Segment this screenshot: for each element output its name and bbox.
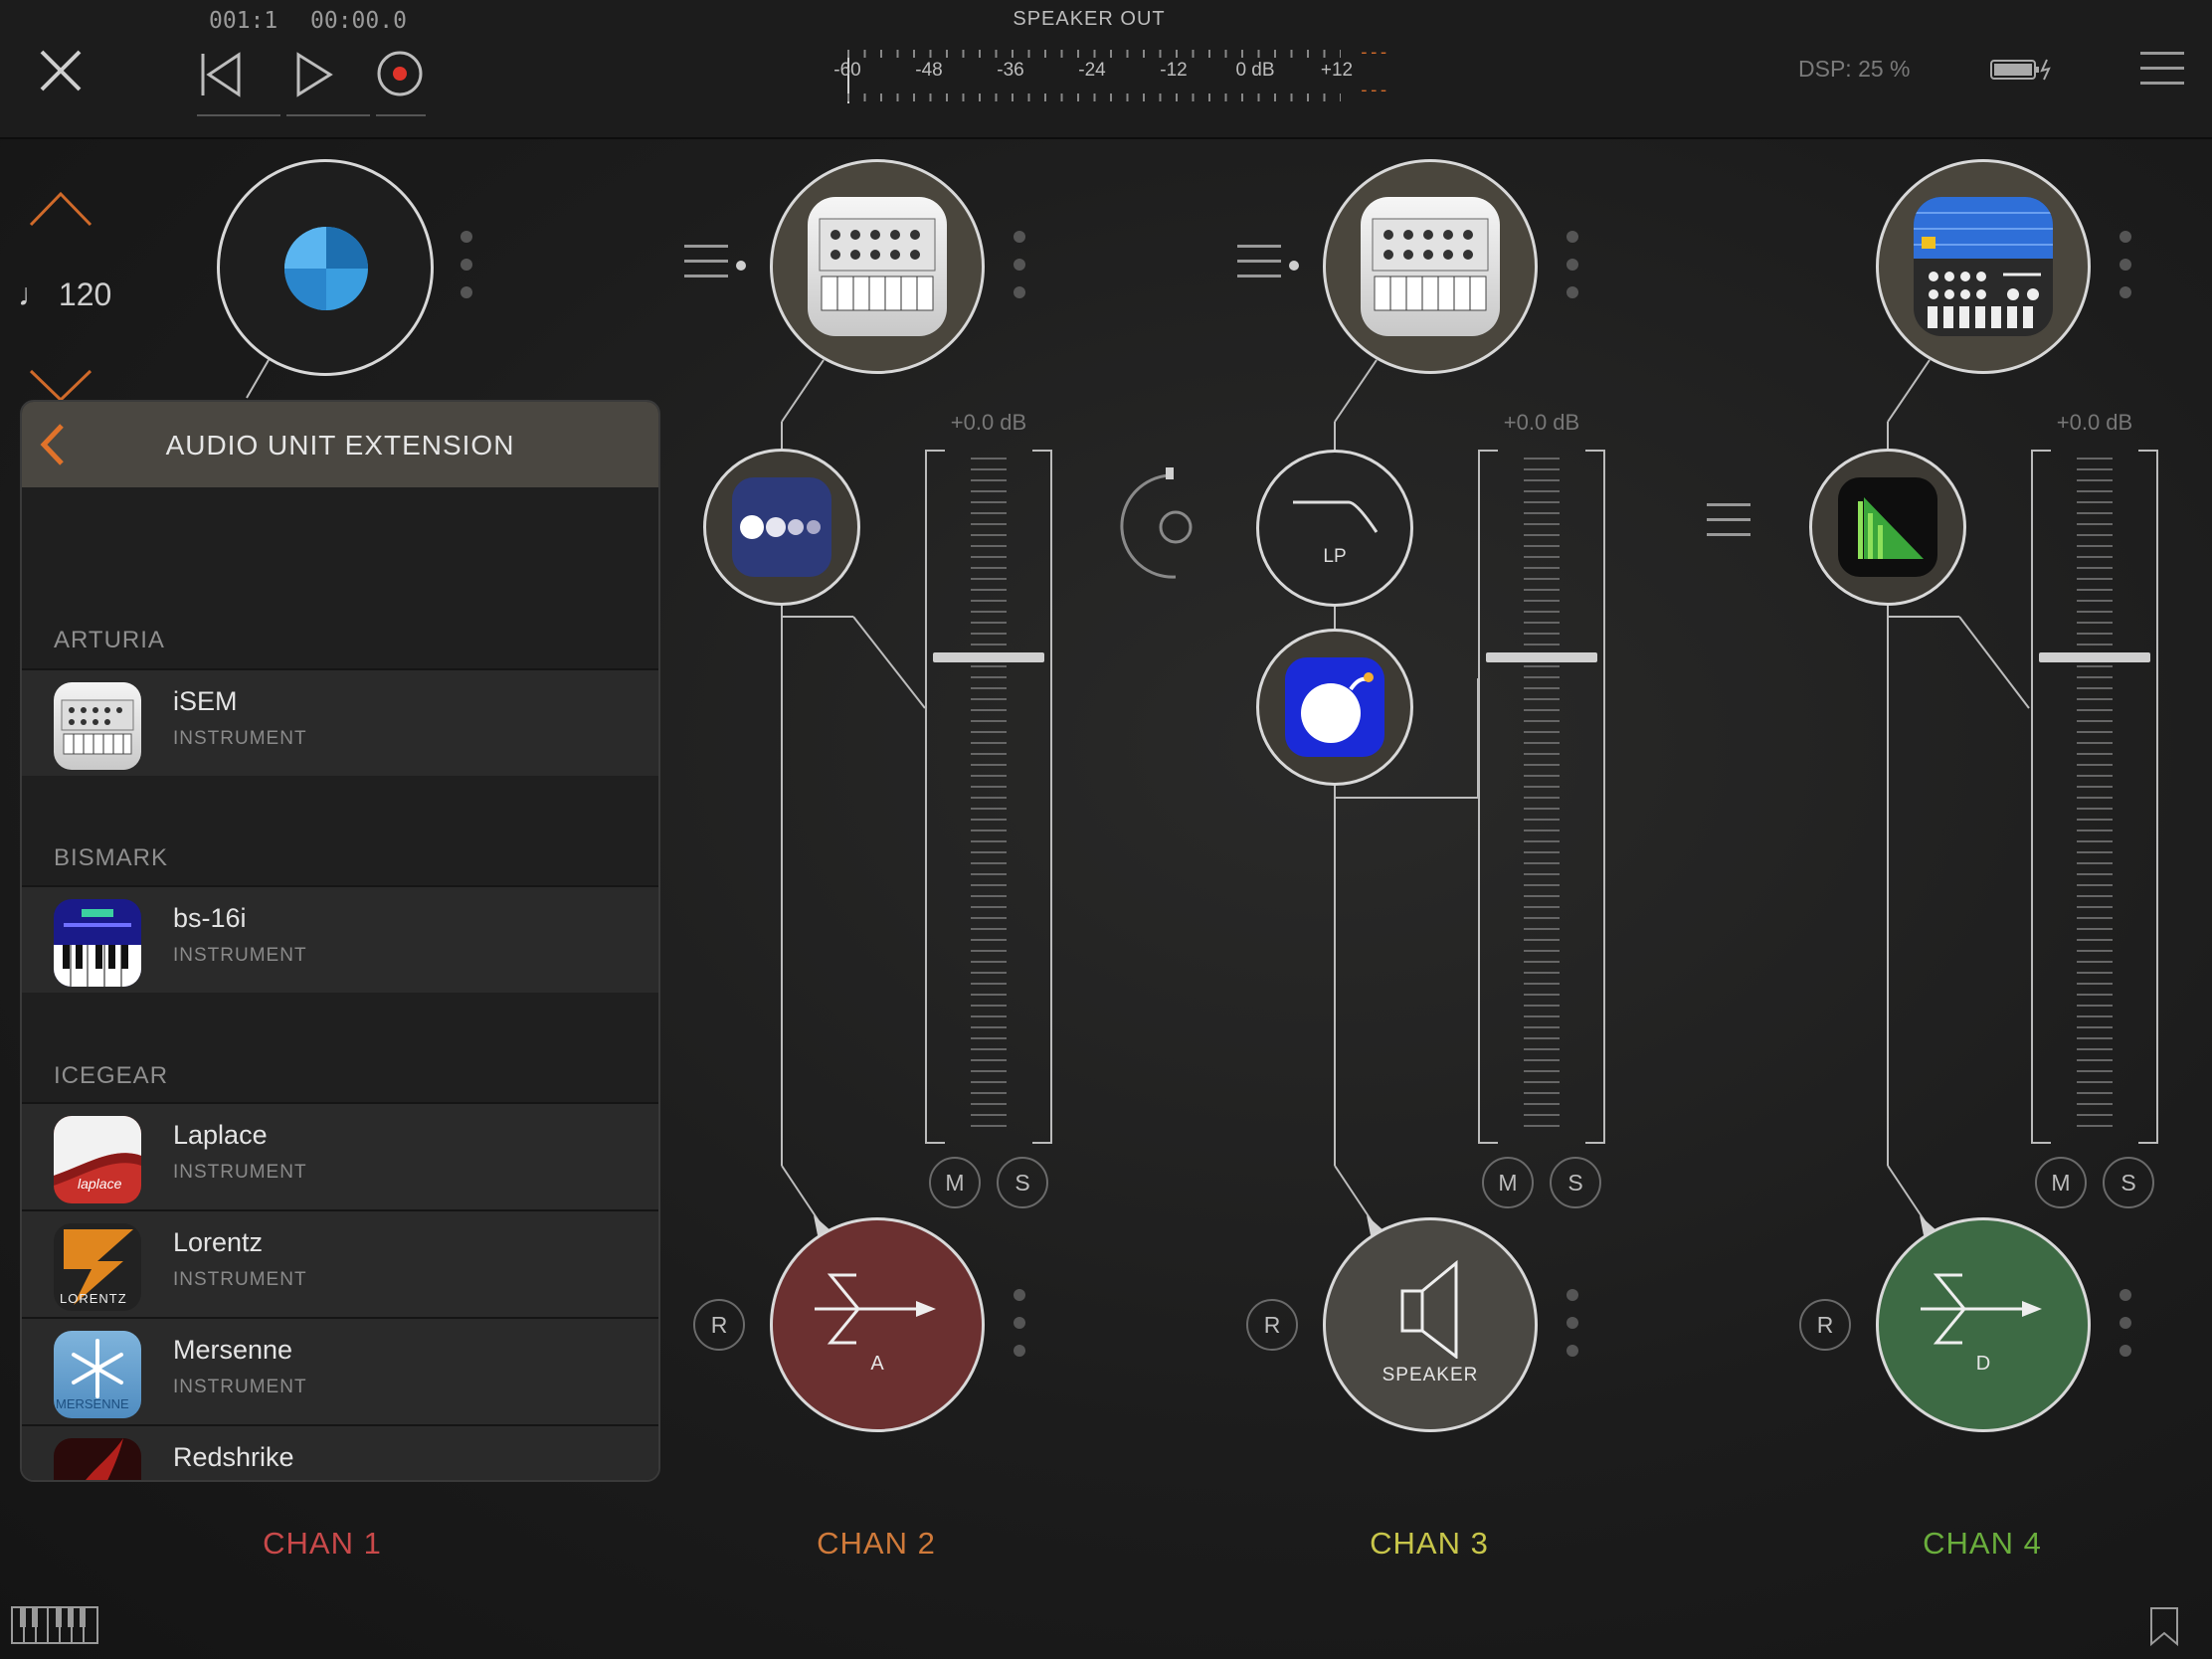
speaker-icon — [1400, 1259, 1458, 1359]
au-item-name: Redshrike — [173, 1442, 294, 1472]
au-item-type: INSTRUMENT — [173, 945, 307, 966]
chan4-output-bus-d[interactable]: D — [1876, 1217, 2091, 1432]
panel-header: AUDIO UNIT EXTENSION — [22, 402, 658, 487]
chan2-volume-fader[interactable] — [925, 450, 1052, 1144]
chan2-output-label: A — [870, 1352, 884, 1375]
chan2-lanes-icon[interactable] — [684, 245, 728, 289]
section-label-arturia: ARTURIA — [54, 627, 165, 653]
au-item-name: iSEM — [173, 686, 238, 716]
chan3-volume-fader[interactable] — [1478, 450, 1605, 1144]
chan4-lanes-icon[interactable] — [1707, 503, 1751, 548]
sum-bus-icon — [1921, 1273, 2042, 1344]
chan4-effect-slot[interactable] — [1809, 449, 1966, 606]
au-item-name: Lorentz — [173, 1227, 264, 1257]
au-item-lorentz[interactable]: LORENTZ Lorentz INSTRUMENT — [22, 1209, 658, 1317]
chan3-options-icon[interactable] — [1567, 231, 1578, 314]
au-item-name: Laplace — [173, 1120, 268, 1150]
lorentz-icon: LORENTZ — [54, 1223, 141, 1311]
au-item-type: INSTRUMENT — [173, 728, 307, 749]
chan4-output-options-icon[interactable] — [2120, 1289, 2131, 1373]
chan2-label[interactable]: CHAN 2 — [777, 1526, 976, 1562]
chan3-lanes-icon[interactable] — [1237, 245, 1281, 289]
isem-synth-icon — [808, 197, 947, 336]
chan2-output-options-icon[interactable] — [1014, 1289, 1025, 1373]
chan4-mute-button[interactable]: M — [2035, 1157, 2087, 1208]
chan1-instrument-slot[interactable] — [217, 159, 434, 376]
bs16i-keyboard-icon — [54, 899, 141, 987]
chan3-effect-slot[interactable] — [1256, 629, 1413, 786]
chan2-gain-readout: +0.0 dB — [950, 410, 1027, 435]
au-item-name: Mersenne — [173, 1335, 293, 1365]
au-item-laplace[interactable]: laplace Laplace INSTRUMENT — [22, 1102, 658, 1209]
chan3-lowpass-filter[interactable]: LP — [1256, 450, 1413, 607]
chan4-solo-button[interactable]: S — [2103, 1157, 2154, 1208]
chan4-gain-readout: +0.0 dB — [2056, 410, 2133, 435]
dots-effect-icon — [732, 477, 831, 577]
chan4-output-label: D — [1975, 1352, 1991, 1375]
chan1-label[interactable]: CHAN 1 — [223, 1526, 422, 1562]
laplace-icon: laplace — [54, 1116, 141, 1203]
chan3-output-label: SPEAKER — [1382, 1365, 1479, 1385]
chan3-fader-thumb[interactable] — [1486, 652, 1597, 662]
chan4-fader-thumb[interactable] — [2039, 652, 2150, 662]
section-label-icegear: ICEGEAR — [54, 1062, 169, 1089]
green-bars-effect-icon — [1838, 477, 1937, 577]
panel-title: AUDIO UNIT EXTENSION — [165, 430, 515, 461]
chan3-solo-button[interactable]: S — [1550, 1157, 1601, 1208]
mersenne-snowflake-icon: MERSENNE — [54, 1331, 141, 1418]
chan2-fader-thumb[interactable] — [933, 652, 1044, 662]
au-item-name: bs-16i — [173, 903, 247, 933]
drum-machine-icon — [1914, 197, 2053, 336]
bookmark-icon[interactable] — [2148, 1605, 2180, 1647]
chan4-volume-fader[interactable] — [2031, 450, 2158, 1144]
chan3-output-options-icon[interactable] — [1567, 1289, 1578, 1373]
chan4-label[interactable]: CHAN 4 — [1883, 1526, 2082, 1562]
chan4-instrument-slot[interactable] — [1876, 159, 2091, 374]
lowpass-curve-icon — [1293, 500, 1379, 533]
chan2-mute-button[interactable]: M — [929, 1157, 981, 1208]
chan3-label[interactable]: CHAN 3 — [1330, 1526, 1529, 1562]
au-item-redshrike[interactable]: Redshrike — [22, 1424, 658, 1480]
keyboard-icon[interactable] — [10, 1605, 99, 1645]
chan3-output-speaker[interactable]: SPEAKER — [1323, 1217, 1538, 1432]
chan2-effect-slot[interactable] — [703, 449, 860, 606]
chan2-instrument-isem[interactable] — [770, 159, 985, 374]
chan2-record-button[interactable]: R — [693, 1299, 745, 1351]
isem-synth-icon — [54, 682, 141, 770]
chan2-output-bus-a[interactable]: A — [770, 1217, 985, 1432]
chan2-lanes-dot — [736, 261, 746, 271]
chan3-lanes-dot — [1289, 261, 1299, 271]
section-label-bismark: BISMARK — [54, 844, 169, 871]
bomb-effect-icon — [1285, 657, 1384, 757]
chan3-record-button[interactable]: R — [1246, 1299, 1298, 1351]
au-item-type: INSTRUMENT — [173, 1269, 307, 1290]
au-item-isem[interactable]: iSEM INSTRUMENT — [22, 668, 658, 776]
au-item-type: INSTRUMENT — [173, 1377, 307, 1397]
audio-unit-extension-panel: AUDIO UNIT EXTENSION ARTURIA iSEM INSTRU… — [20, 400, 660, 1482]
chan4-record-button[interactable]: R — [1799, 1299, 1851, 1351]
chan4-options-icon[interactable] — [2120, 231, 2131, 314]
chan1-options-icon[interactable] — [461, 231, 472, 314]
chan3-mute-button[interactable]: M — [1482, 1157, 1534, 1208]
redshrike-icon — [54, 1438, 141, 1480]
chan3-filter-label: LP — [1323, 546, 1347, 567]
au-item-mersenne[interactable]: MERSENNE Mersenne INSTRUMENT — [22, 1317, 658, 1424]
chan2-solo-button[interactable]: S — [997, 1157, 1048, 1208]
chan3-instrument-isem[interactable] — [1323, 159, 1538, 374]
isem-synth-icon — [1361, 197, 1500, 336]
sum-bus-icon — [815, 1273, 936, 1344]
auv3-pie-icon — [284, 227, 368, 310]
chan3-gain-readout: +0.0 dB — [1503, 410, 1580, 435]
chan2-options-icon[interactable] — [1014, 231, 1025, 314]
pan-knob-icon[interactable] — [1118, 465, 1199, 581]
au-item-bs16i[interactable]: bs-16i INSTRUMENT — [22, 885, 658, 993]
au-item-type: INSTRUMENT — [173, 1162, 307, 1183]
